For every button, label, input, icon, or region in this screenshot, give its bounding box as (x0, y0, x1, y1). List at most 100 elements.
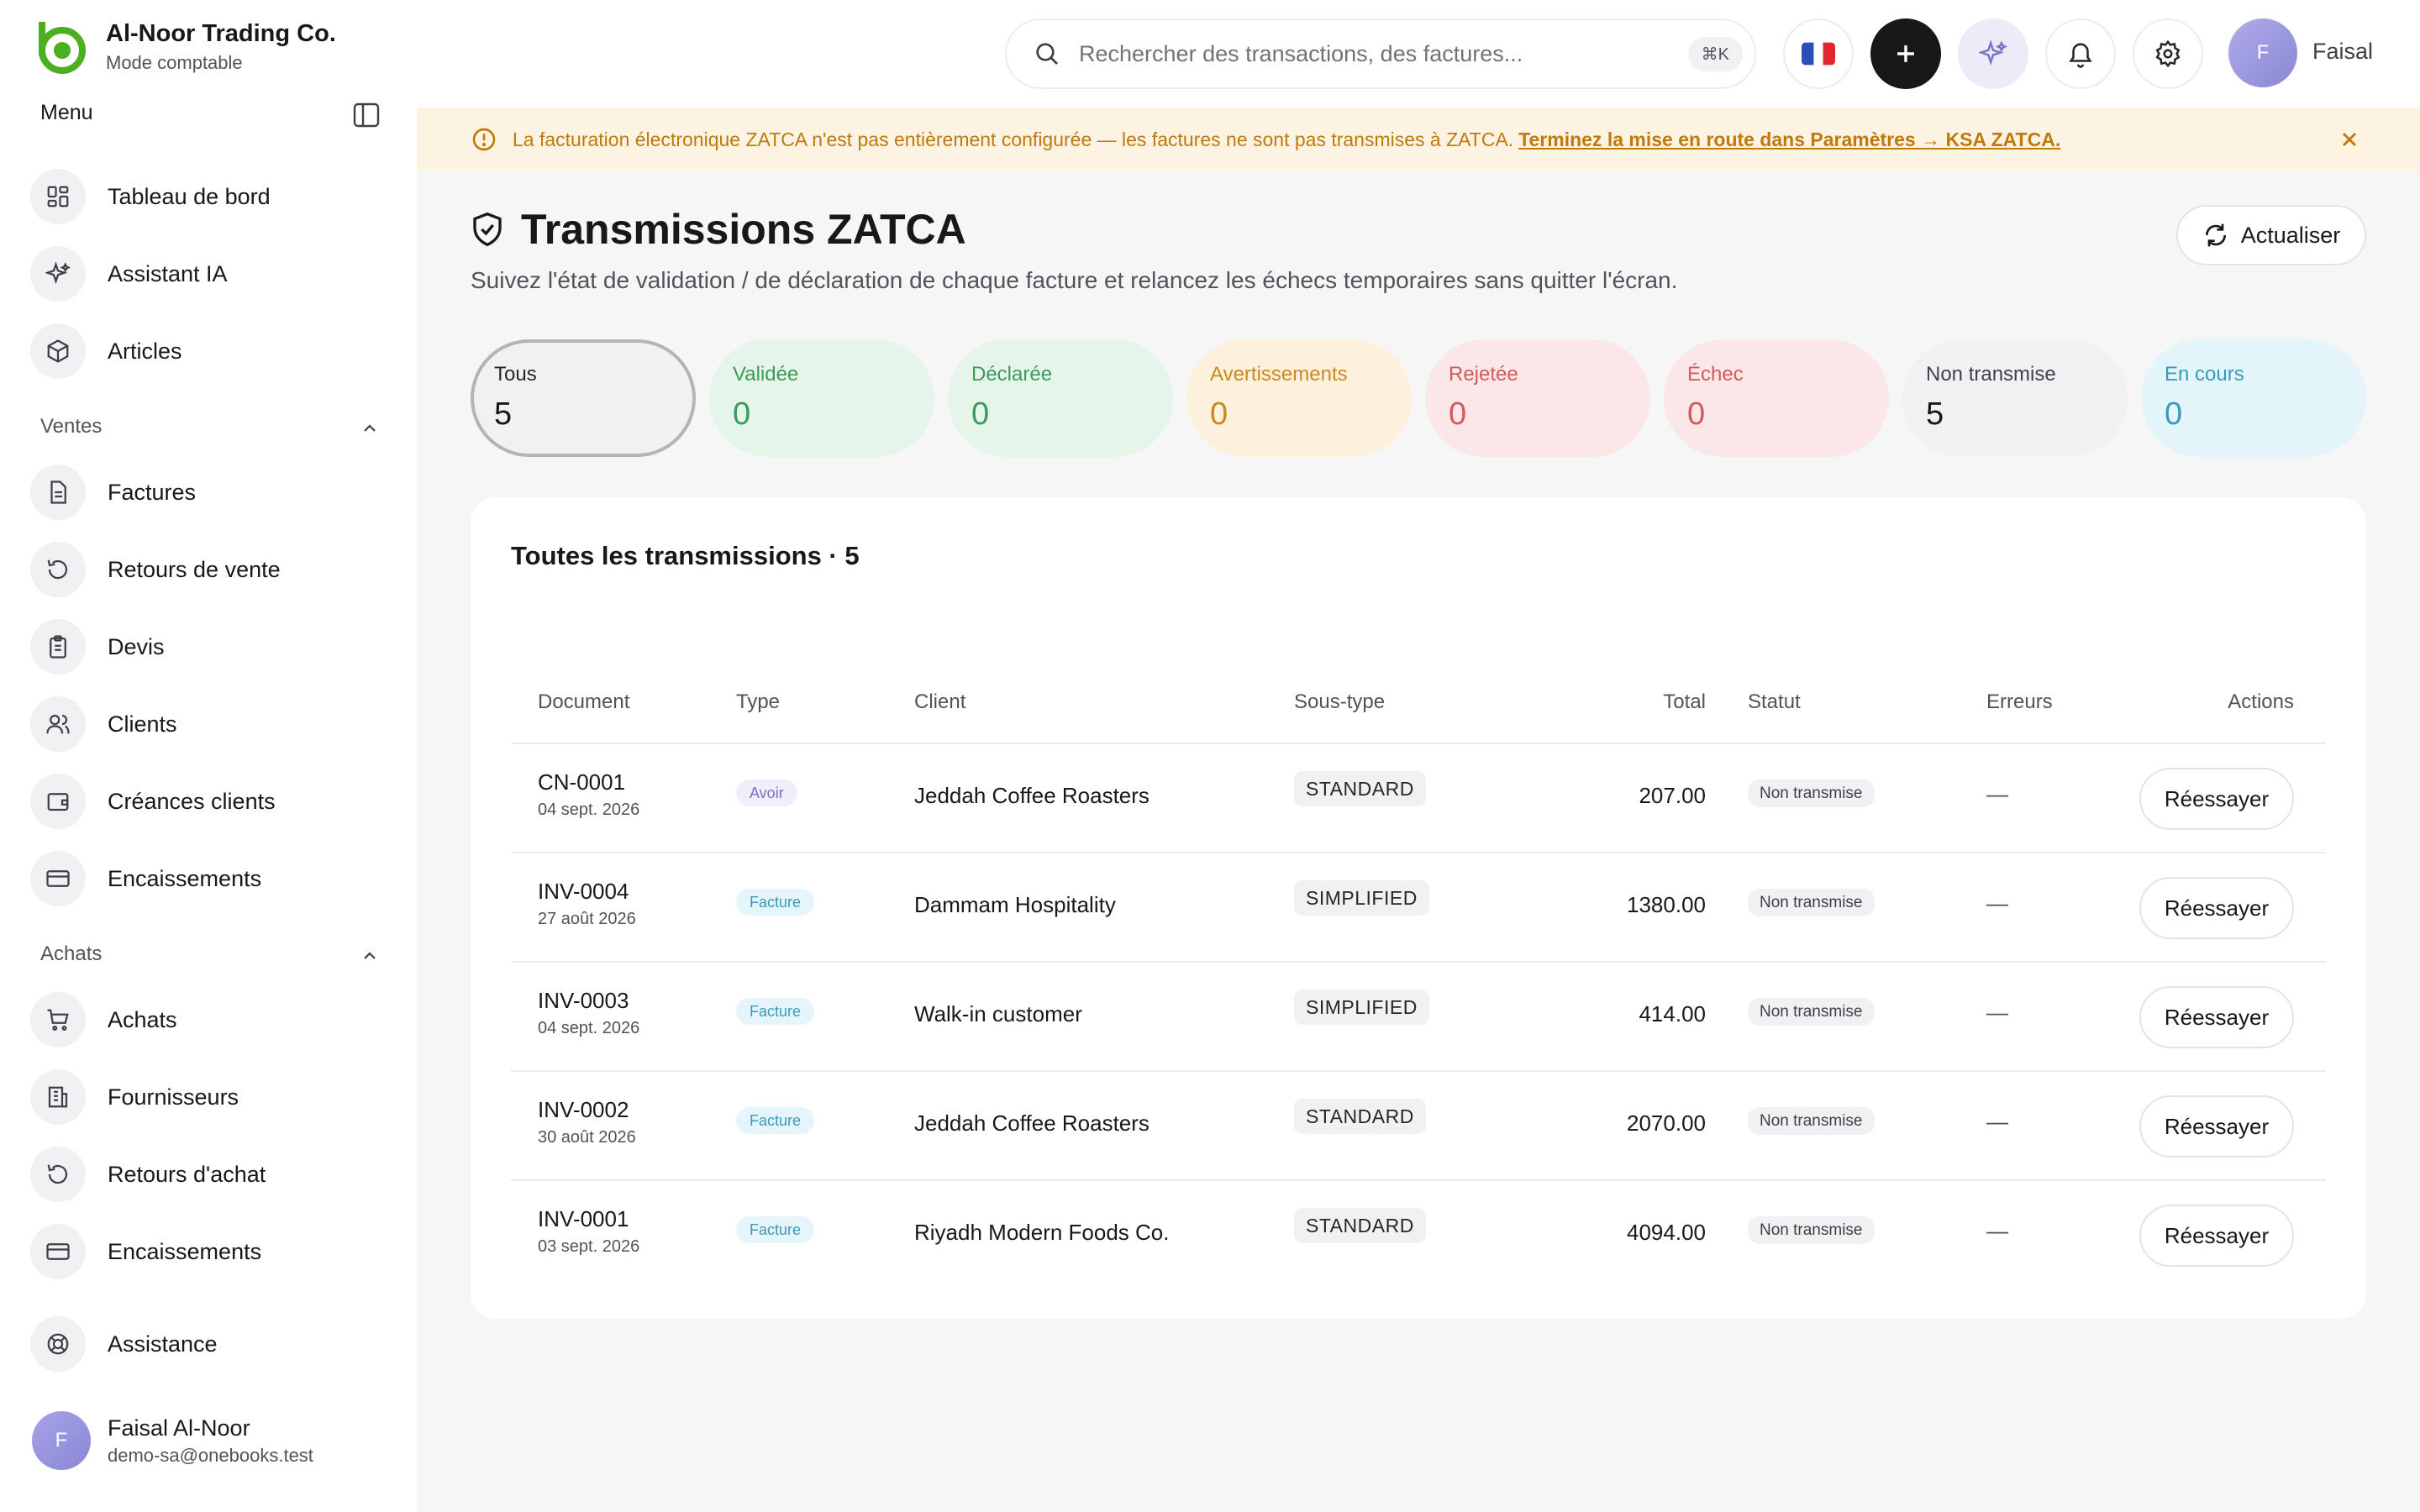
building-icon (30, 1069, 86, 1125)
sidebar-item-label: Tableau de bord (108, 183, 271, 209)
sidebar-item-support[interactable]: Assistance (30, 1312, 392, 1376)
type-badge: Facture (736, 889, 815, 916)
filter-in-progress[interactable]: En cours 0 (2141, 339, 2366, 457)
refresh-icon (2205, 223, 2226, 247)
table-header: Document Type Client Sous-type Total Sta… (511, 674, 2326, 744)
chevron-up-icon[interactable] (360, 946, 380, 966)
errors-value: — (1986, 1109, 2008, 1134)
user-name: Faisal Al-Noor (108, 1415, 250, 1441)
document-number[interactable]: CN-0001 (538, 769, 639, 795)
sidebar-item-label: Assistance (108, 1331, 218, 1357)
sidebar-item-receivables[interactable]: Créances clients (30, 769, 392, 833)
sidebar-item-purchase-payments[interactable]: Encaissements (30, 1220, 392, 1284)
create-button[interactable] (1870, 18, 1941, 89)
search-input[interactable]: Rechercher des transactions, des facture… (1079, 41, 1688, 67)
client-name: Riyadh Modern Foods Co. (914, 1220, 1170, 1245)
filter-count: 0 (2165, 396, 2183, 432)
column-subtype: Sous-type (1294, 690, 1386, 713)
table-row[interactable]: INV-0001 03 sept. 2026 Facture Riyadh Mo… (511, 1181, 2326, 1290)
document-number[interactable]: INV-0004 (538, 879, 636, 905)
section-ventes-title[interactable]: Ventes (40, 415, 102, 438)
sidebar-item-quotes[interactable]: Devis (30, 615, 392, 679)
brand[interactable]: Al-Noor Trading Co. Mode comptable (32, 18, 336, 76)
filter-validated[interactable]: Validée 0 (709, 339, 934, 457)
box-icon (30, 323, 86, 379)
filter-count: 0 (1210, 396, 1228, 432)
filter-label: Échec (1687, 363, 1744, 386)
retry-button[interactable]: Réessayer (2139, 877, 2294, 939)
sparkles-icon (30, 246, 86, 302)
document-date: 27 août 2026 (538, 910, 636, 928)
sidebar-item-label: Encaissements (108, 1238, 262, 1264)
banner-setup-link[interactable]: Terminez la mise en route dans Paramètre… (1518, 129, 2060, 150)
sidebar-item-collections[interactable]: Encaissements (30, 847, 392, 911)
retry-button[interactable]: Réessayer (2139, 1095, 2294, 1158)
retry-button[interactable]: Réessayer (2139, 1205, 2294, 1267)
company-mode: Mode comptable (106, 52, 243, 73)
close-icon[interactable] (2338, 128, 2361, 151)
settings-button[interactable] (2133, 18, 2203, 89)
search-icon (1036, 43, 1058, 65)
search-shortcut: ⌘K (1687, 36, 1743, 71)
alert-circle-icon (472, 128, 496, 151)
client-name: Walk-in customer (914, 1001, 1082, 1026)
subtype-badge: STANDARD (1294, 771, 1426, 806)
banner-text: La facturation électronique ZATCA n'est … (513, 129, 2060, 151)
table-row[interactable]: CN-0001 04 sept. 2026 Avoir Jeddah Coffe… (511, 744, 2326, 853)
transmissions-card: Toutes les transmissions · 5 Document Ty… (471, 497, 2366, 1319)
search-bar[interactable]: Rechercher des transactions, des facture… (1005, 18, 1756, 89)
filter-declared[interactable]: Déclarée 0 (948, 339, 1173, 457)
sidebar-item-label: Clients (108, 711, 177, 737)
sidebar-item-dashboard[interactable]: Tableau de bord (30, 165, 392, 228)
user-account[interactable]: F Faisal Al-Noor demo-sa@onebooks.test (32, 1411, 313, 1470)
notifications-button[interactable] (2045, 18, 2116, 89)
sidebar-item-label: Fournisseurs (108, 1084, 239, 1110)
ai-assistant-button[interactable] (1958, 18, 2028, 89)
sidebar-item-label: Assistant IA (108, 260, 228, 286)
document-number[interactable]: INV-0003 (538, 988, 639, 1014)
filter-label: Validée (733, 363, 799, 386)
refresh-button[interactable]: Actualiser (2176, 205, 2366, 265)
card-icon (30, 851, 86, 906)
sparkles-icon (1979, 39, 2007, 66)
filter-failed[interactable]: Échec 0 (1664, 339, 1889, 457)
sidebar-item-ai-assistant[interactable]: Assistant IA (30, 242, 392, 306)
filter-count: 0 (971, 396, 990, 432)
filter-warnings[interactable]: Avertissements 0 (1186, 339, 1412, 457)
cart-icon (30, 992, 86, 1047)
filter-all[interactable]: Tous 5 (471, 339, 696, 457)
total-amount: 4094.00 (1627, 1220, 1706, 1245)
sidebar-item-invoices[interactable]: Factures (30, 460, 392, 524)
filter-not-sent[interactable]: Non transmise 5 (1902, 339, 2128, 457)
table-row[interactable]: INV-0003 04 sept. 2026 Facture Walk-in c… (511, 963, 2326, 1072)
document-number[interactable]: INV-0001 (538, 1206, 639, 1232)
sidebar-item-clients[interactable]: Clients (30, 692, 392, 756)
retry-button[interactable]: Réessayer (2139, 768, 2294, 830)
subtype-badge: SIMPLIFIED (1294, 880, 1429, 916)
profile-name[interactable]: Faisal (2312, 39, 2373, 65)
sidebar-item-label: Achats (108, 1006, 177, 1032)
document-date: 04 sept. 2026 (538, 801, 640, 819)
retry-button[interactable]: Réessayer (2139, 986, 2294, 1048)
return-icon (30, 1147, 86, 1202)
sidebar-item-purchase-returns[interactable]: Retours d'achat (30, 1142, 392, 1206)
column-actions: Actions (2228, 690, 2294, 713)
filter-rejected[interactable]: Rejetée 0 (1425, 339, 1650, 457)
page-subtitle: Suivez l'état de validation / de déclara… (471, 267, 1678, 293)
table-row[interactable]: INV-0004 27 août 2026 Facture Dammam Hos… (511, 853, 2326, 963)
table-row[interactable]: INV-0002 30 août 2026 Facture Jeddah Cof… (511, 1072, 2326, 1181)
client-name: Jeddah Coffee Roasters (914, 783, 1150, 808)
avatar: F (32, 1411, 91, 1470)
profile-avatar[interactable]: F (2228, 18, 2297, 87)
sidebar-item-purchases[interactable]: Achats (30, 988, 392, 1052)
document-number[interactable]: INV-0002 (538, 1097, 636, 1123)
sidebar-item-sales-returns[interactable]: Retours de vente (30, 538, 392, 601)
sidebar-collapse-icon[interactable] (353, 102, 380, 128)
language-button[interactable] (1783, 18, 1854, 89)
sidebar-item-suppliers[interactable]: Fournisseurs (30, 1065, 392, 1129)
chevron-up-icon[interactable] (360, 418, 380, 438)
errors-value: — (1986, 890, 2008, 916)
page-heading: Transmissions ZATCA (521, 206, 966, 253)
section-achats-title[interactable]: Achats (40, 942, 102, 966)
sidebar-item-articles[interactable]: Articles (30, 319, 392, 383)
